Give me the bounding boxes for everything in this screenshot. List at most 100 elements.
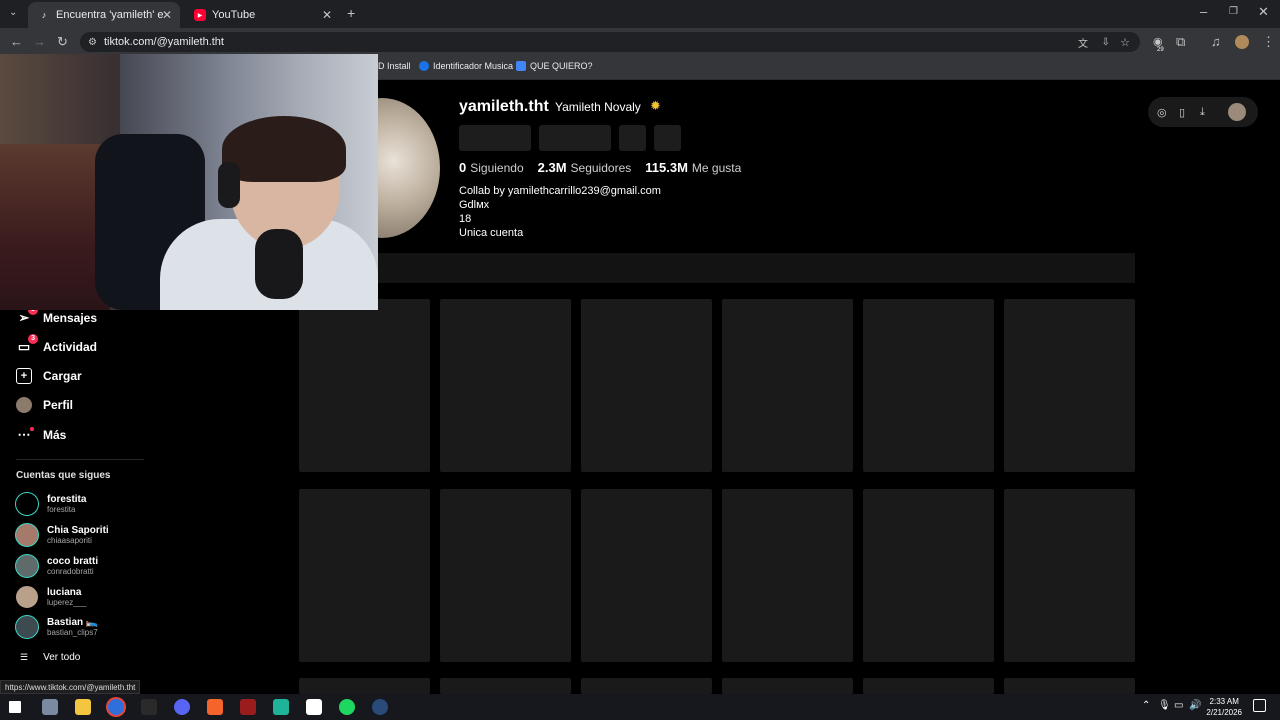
extension-icon[interactable]: ◉ 29 bbox=[1153, 35, 1164, 53]
inbox-icon: ▭ 3 bbox=[16, 334, 38, 355]
mic-icon[interactable]: 🎙 bbox=[1158, 700, 1171, 711]
window-close-icon[interactable]: ✕ bbox=[1258, 5, 1269, 19]
translate-icon[interactable]: 文 bbox=[1078, 35, 1088, 50]
explorer-icon[interactable] bbox=[42, 699, 58, 715]
sidebar-item-perfil[interactable]: Perfil bbox=[16, 397, 73, 413]
sun-emoji-icon: ✹ bbox=[650, 98, 661, 113]
clock-date: 2/21/2026 bbox=[1206, 708, 1242, 717]
notification-badge: 3 bbox=[28, 334, 38, 344]
following-account[interactable]: Chia Saporiti chiaasaporiti bbox=[15, 523, 109, 547]
chrome-icon[interactable] bbox=[108, 699, 124, 715]
bookmark-que-quiero[interactable]: QUE QUIERO? bbox=[516, 61, 593, 71]
follow-button-placeholder[interactable] bbox=[459, 125, 531, 151]
user-avatar[interactable] bbox=[1228, 103, 1246, 121]
video-tile[interactable] bbox=[581, 299, 712, 472]
voicemeeter-icon[interactable] bbox=[240, 699, 256, 715]
new-tab-icon[interactable]: + bbox=[347, 6, 355, 20]
see-all-link[interactable]: ☰ Ver todo bbox=[20, 652, 80, 663]
sidebar-item-cargar[interactable]: + Cargar bbox=[16, 368, 82, 384]
bookmark-label: Identificador Musica bbox=[433, 61, 514, 71]
video-tile[interactable] bbox=[440, 489, 571, 662]
following-account[interactable]: luciana luperez___ bbox=[15, 585, 87, 609]
sidebar-item-mas[interactable]: ⋯ Más bbox=[16, 427, 66, 443]
send-icon: ➢3 bbox=[16, 305, 38, 326]
bookmark-install[interactable]: D Install bbox=[378, 61, 411, 71]
windows-taskbar: ⌃ 🎙 ▭ 🔊 2:33 AM 2/21/2026 bbox=[0, 694, 1280, 720]
notification-center-icon[interactable] bbox=[1253, 699, 1266, 712]
following-account[interactable]: Bastian 🛌 bastian_clips7 bbox=[15, 615, 98, 639]
url-text: tiktok.com/@yamileth.tht bbox=[104, 36, 224, 48]
network-icon[interactable]: ▭ bbox=[1174, 700, 1183, 711]
profile-display-name: Yamileth Novaly bbox=[555, 100, 641, 114]
folder-icon[interactable] bbox=[75, 699, 91, 715]
following-account[interactable]: forestita forestita bbox=[15, 492, 86, 516]
profile-avatar[interactable] bbox=[1235, 35, 1249, 49]
more-icon: ⋯ bbox=[16, 427, 34, 443]
video-tile[interactable] bbox=[440, 299, 571, 472]
avatar-icon bbox=[16, 397, 32, 413]
video-tile[interactable] bbox=[299, 299, 430, 472]
back-icon[interactable]: ← bbox=[10, 35, 23, 49]
webcam-person-hair bbox=[222, 116, 346, 182]
tiktok-icon: ♪ bbox=[41, 10, 47, 20]
webcam-shelf bbox=[0, 144, 110, 310]
account-avatar bbox=[15, 492, 39, 516]
phone-icon[interactable]: ▯ bbox=[1179, 106, 1185, 119]
video-tile[interactable] bbox=[722, 678, 853, 694]
forward-icon[interactable]: → bbox=[33, 35, 46, 49]
minimize-icon[interactable]: – bbox=[1200, 5, 1207, 19]
close-icon[interactable]: ✕ bbox=[322, 8, 332, 22]
sidebar-item-actividad[interactable]: ▭ 3 Actividad bbox=[16, 334, 97, 355]
video-tile[interactable] bbox=[440, 678, 571, 694]
close-icon[interactable]: ✕ bbox=[162, 8, 172, 22]
suggest-button-placeholder[interactable] bbox=[619, 125, 646, 151]
video-tile[interactable] bbox=[722, 299, 853, 472]
tab-search-icon[interactable]: ⌄ bbox=[9, 6, 17, 20]
video-tile[interactable] bbox=[1004, 678, 1135, 694]
site-info-icon[interactable]: ⚙ bbox=[88, 37, 97, 48]
video-tile[interactable] bbox=[1004, 299, 1135, 472]
bio-line: Unica cuenta bbox=[459, 227, 524, 239]
video-tile[interactable] bbox=[1004, 489, 1135, 662]
tab-tiktok[interactable]: ♪ Encuentra 'yamileth' en TikTok | ✕ bbox=[28, 2, 180, 28]
obs-app-icon[interactable] bbox=[273, 699, 289, 715]
restore-icon[interactable]: ❐ bbox=[1229, 5, 1238, 19]
more-button-placeholder[interactable] bbox=[654, 125, 681, 151]
video-tile[interactable] bbox=[581, 678, 712, 694]
download-icon[interactable]: ⤓ bbox=[1200, 106, 1205, 119]
video-tile[interactable] bbox=[863, 299, 994, 472]
tab-youtube[interactable]: ▶ YouTube ✕ bbox=[184, 2, 340, 28]
bio-line: Collab by yamilethcarrillo239@gmail.com bbox=[459, 185, 661, 197]
coin-icon[interactable]: ◎ bbox=[1157, 106, 1167, 119]
tray-chevron-icon[interactable]: ⌃ bbox=[1142, 700, 1150, 711]
video-tile[interactable] bbox=[299, 489, 430, 662]
browser-tab-bar: ⌄ ♪ Encuentra 'yamileth' en TikTok | ✕ ▶… bbox=[0, 0, 1280, 28]
video-tile[interactable] bbox=[581, 489, 712, 662]
bookmark-star-icon[interactable]: ☆ bbox=[1120, 36, 1130, 49]
video-tile[interactable] bbox=[863, 489, 994, 662]
media-icon[interactable]: ♫ bbox=[1211, 35, 1221, 49]
spotify-icon[interactable] bbox=[339, 699, 355, 715]
message-button-placeholder[interactable] bbox=[539, 125, 611, 151]
menu-icon[interactable]: ⋮ bbox=[1262, 35, 1275, 49]
capcut-icon[interactable] bbox=[306, 699, 322, 715]
following-stat[interactable]: 0 Siguiendo bbox=[459, 160, 524, 175]
video-tile[interactable] bbox=[863, 678, 994, 694]
steam-icon[interactable] bbox=[372, 699, 388, 715]
install-icon[interactable]: ⇩ bbox=[1102, 37, 1110, 48]
bookmark-identificador[interactable]: Identificador Musica bbox=[419, 61, 513, 71]
windows-start-icon[interactable] bbox=[9, 701, 21, 713]
brave-icon[interactable] bbox=[207, 699, 223, 715]
video-tile[interactable] bbox=[299, 678, 430, 694]
sidebar-item-mensajes[interactable]: ➢3 Mensajes bbox=[16, 305, 97, 326]
volume-icon[interactable]: 🔊 bbox=[1189, 700, 1201, 711]
puzzle-icon[interactable]: ⧉ bbox=[1176, 35, 1185, 49]
followers-stat[interactable]: 2.3M Seguidores bbox=[538, 160, 632, 175]
taskbar-clock[interactable]: 2:33 AM 2/21/2026 bbox=[1206, 696, 1242, 718]
following-account[interactable]: coco bratti conradobratti bbox=[15, 554, 98, 578]
discord-icon[interactable] bbox=[174, 699, 190, 715]
video-tile[interactable] bbox=[722, 489, 853, 662]
address-bar[interactable]: ⚙ tiktok.com/@yamileth.tht 文 ⇩ ☆ bbox=[80, 32, 1140, 52]
reload-icon[interactable]: ↻ bbox=[57, 35, 68, 49]
epic-games-icon[interactable] bbox=[141, 699, 157, 715]
